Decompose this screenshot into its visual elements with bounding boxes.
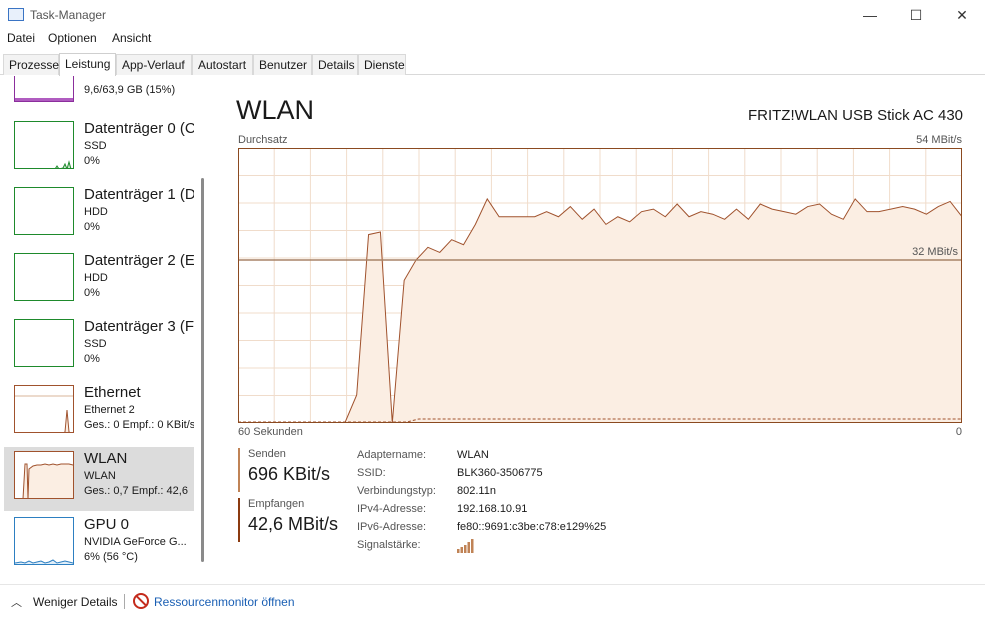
close-button[interactable]: ✕ (939, 0, 985, 30)
prop-key: Adaptername: (357, 449, 427, 461)
footer: ︿ Weniger Details Ressourcenmonitor öffn… (0, 584, 985, 626)
chart-time-label: 60 Sekunden (238, 426, 303, 438)
task-manager-icon (8, 8, 24, 21)
menu-optionen[interactable]: Optionen (48, 31, 97, 45)
send-stat: Senden 696 KBit/s (238, 448, 330, 492)
prop-key: IPv4-Adresse: (357, 503, 427, 515)
resource-monitor-icon[interactable] (133, 593, 149, 609)
page-title: WLAN (236, 95, 315, 125)
sidebar-scrollbar[interactable] (201, 178, 204, 562)
sidebar-item-value: 0% (84, 221, 100, 233)
title-bar: Task-Manager — ☐ ✕ (0, 0, 985, 30)
sidebar-item-gpu-0[interactable]: GPU 0 NVIDIA GeForce G... 6% (56 °C) (4, 513, 194, 577)
sidebar-item-name: Ethernet (84, 384, 141, 401)
resource-monitor-link[interactable]: Ressourcenmonitor öffnen (154, 595, 295, 609)
ethernet-thumbnail (14, 385, 74, 433)
tab-details[interactable]: Details (312, 54, 358, 75)
sidebar-item-sub: HDD (84, 272, 108, 284)
sidebar-item-name: Datenträger 1 (D (84, 186, 194, 203)
sidebar-item-name: Datenträger 0 (C (84, 120, 194, 137)
fewer-details-button[interactable]: Weniger Details (33, 595, 117, 609)
throughput-chart: 32 MBit/s (238, 148, 962, 423)
footer-separator (124, 594, 125, 609)
sidebar-item-name: Datenträger 3 (F (84, 318, 194, 335)
chart-max-label: 54 MBit/s (916, 134, 962, 146)
gpu-thumbnail (14, 517, 74, 565)
menu-datei[interactable]: Datei (7, 31, 35, 45)
disk-0-thumbnail (14, 121, 74, 169)
sidebar-item-sub: Ethernet 2 (84, 404, 135, 416)
sidebar-item-name: WLAN (84, 450, 128, 467)
sidebar-item-wlan[interactable]: WLAN WLAN Ges.: 0,7 Empf.: 42,6 (4, 447, 194, 511)
prop-key: IPv6-Adresse: (357, 521, 427, 533)
window-title: Task-Manager (30, 8, 107, 22)
sidebar-item-value: 0% (84, 155, 100, 167)
sidebar-item-ethernet[interactable]: Ethernet Ethernet 2 Ges.: 0 Empf.: 0 KBi… (4, 381, 194, 445)
tab-app-verlauf[interactable]: App-Verlauf (116, 54, 192, 75)
sidebar-item-value: Ges.: 0,7 Empf.: 42,6 (84, 485, 188, 497)
tab-prozesse[interactable]: Prozesse (3, 54, 59, 75)
prop-value: 802.11n (457, 485, 496, 497)
sidebar-item-value: 6% (56 °C) (84, 551, 138, 563)
sidebar-item-disk-1[interactable]: Datenträger 1 (D HDD 0% (4, 183, 194, 247)
prop-value: fe80::9691:c3be:c78:e129%25 (457, 521, 607, 533)
tab-benutzer[interactable]: Benutzer (253, 54, 312, 75)
maximize-button[interactable]: ☐ (893, 0, 939, 30)
receive-value: 42,6 MBit/s (248, 514, 339, 534)
prop-value: 192.168.10.91 (457, 503, 528, 515)
menu-ansicht[interactable]: Ansicht (112, 31, 151, 45)
disk-1-thumbnail (14, 187, 74, 235)
tab-dienste[interactable]: Dienste (358, 54, 406, 75)
send-value: 696 KBit/s (248, 464, 331, 484)
prop-value: BLK360-3506775 (457, 467, 543, 479)
adapter-name: FRITZ!WLAN USB Stick AC 430 (747, 107, 963, 124)
memory-value: 9,6/63,9 GB (15%) (84, 84, 176, 96)
tab-bar: Prozesse Leistung App-Verlauf Autostart … (0, 53, 985, 76)
sidebar-item-name: GPU 0 (84, 516, 130, 533)
sidebar-item-value: Ges.: 0 Empf.: 0 KBit/s (84, 419, 194, 431)
sidebar-item-sub: NVIDIA GeForce G... (84, 536, 187, 548)
sidebar-item-sub: SSD (84, 338, 107, 350)
send-label: Senden (248, 448, 286, 460)
wlan-thumbnail (14, 451, 74, 499)
disk-2-thumbnail (14, 253, 74, 301)
chevron-up-icon[interactable]: ︿ (11, 594, 22, 610)
prop-key: Signalstärke: (357, 539, 421, 551)
tab-leistung[interactable]: Leistung (59, 53, 116, 76)
throughput-label: Durchsatz (238, 134, 288, 146)
sidebar-item-disk-2[interactable]: Datenträger 2 (E HDD 0% (4, 249, 194, 313)
prop-value: WLAN (457, 449, 489, 461)
sidebar-item-value: 0% (84, 287, 100, 299)
sidebar-item-sub: WLAN (84, 470, 116, 482)
prop-key: Verbindungstyp: (357, 485, 436, 497)
prop-key: SSID: (357, 467, 386, 479)
receive-label: Empfangen (248, 498, 305, 510)
memory-thumbnail[interactable] (14, 76, 74, 102)
sidebar-item-sub: SSD (84, 140, 107, 152)
chart-mid-label: 32 MBit/s (912, 246, 958, 258)
disk-3-thumbnail (14, 319, 74, 367)
sidebar-item-disk-3[interactable]: Datenträger 3 (F SSD 0% (4, 315, 194, 379)
sidebar-item-name: Datenträger 2 (E (84, 252, 194, 269)
receive-stat: Empfangen 42,6 MBit/s (238, 498, 338, 542)
sidebar-item-value: 0% (84, 353, 100, 365)
chart-zero-label: 0 (955, 426, 962, 438)
sidebar-item-disk-0[interactable]: Datenträger 0 (C SSD 0% (4, 117, 194, 181)
minimize-button[interactable]: — (847, 0, 893, 30)
sidebar-item-sub: HDD (84, 206, 108, 218)
signal-strength-icon (457, 539, 475, 556)
tab-autostart[interactable]: Autostart (192, 54, 253, 75)
